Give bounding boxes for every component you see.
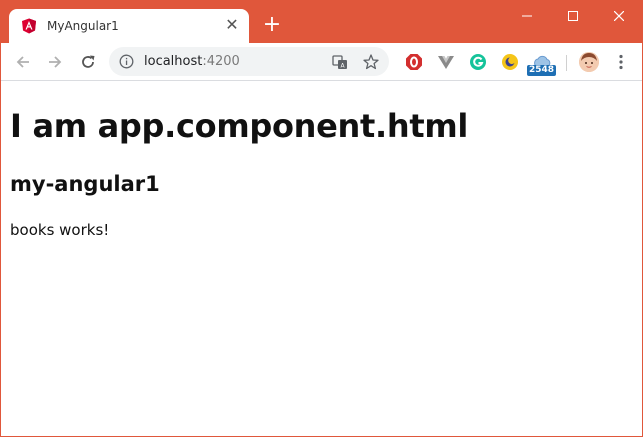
more-menu-icon[interactable] (613, 53, 629, 71)
address-bar[interactable]: localhost:4200 A (109, 47, 389, 76)
minimize-icon[interactable] (504, 1, 550, 31)
app-title: my-angular1 (10, 172, 160, 196)
maximize-icon[interactable] (550, 1, 596, 31)
reload-icon[interactable] (76, 50, 100, 74)
star-icon[interactable] (362, 53, 380, 71)
opera-adblock-icon[interactable] (405, 53, 423, 71)
close-icon[interactable] (596, 1, 642, 31)
url-port: :4200 (202, 54, 240, 69)
translate-icon[interactable]: A (331, 53, 349, 71)
new-tab-button[interactable]: + (260, 14, 284, 38)
toolbar-divider (566, 55, 567, 71)
moon-extension-icon[interactable] (501, 53, 519, 71)
vue-devtools-icon[interactable] (437, 53, 455, 71)
back-arrow-icon[interactable] (11, 50, 35, 74)
tab-close-icon[interactable]: ✕ (223, 17, 241, 35)
browser-toolbar: localhost:4200 A 2548 (1, 43, 642, 81)
url-text[interactable]: localhost:4200 (144, 54, 240, 69)
angular-icon (21, 18, 37, 34)
forward-arrow-icon[interactable] (43, 50, 67, 74)
tab-myangular1[interactable]: MyAngular1 ✕ (9, 9, 249, 43)
browser-window: MyAngular1 ✕ + localhost:4200 A 2548 I a… (0, 0, 643, 437)
info-icon[interactable] (119, 54, 134, 69)
grammarly-icon[interactable] (469, 53, 487, 71)
books-text: books works! (10, 221, 110, 239)
extension-badge: 2548 (527, 65, 557, 76)
profile-avatar[interactable] (579, 52, 599, 72)
page-content: I am app.component.html my-angular1 book… (1, 81, 642, 436)
url-host: localhost (144, 54, 203, 69)
title-bar: MyAngular1 ✕ + (1, 1, 642, 43)
tab-title: MyAngular1 (47, 19, 119, 33)
page-heading: I am app.component.html (10, 107, 469, 145)
window-controls (504, 1, 642, 31)
